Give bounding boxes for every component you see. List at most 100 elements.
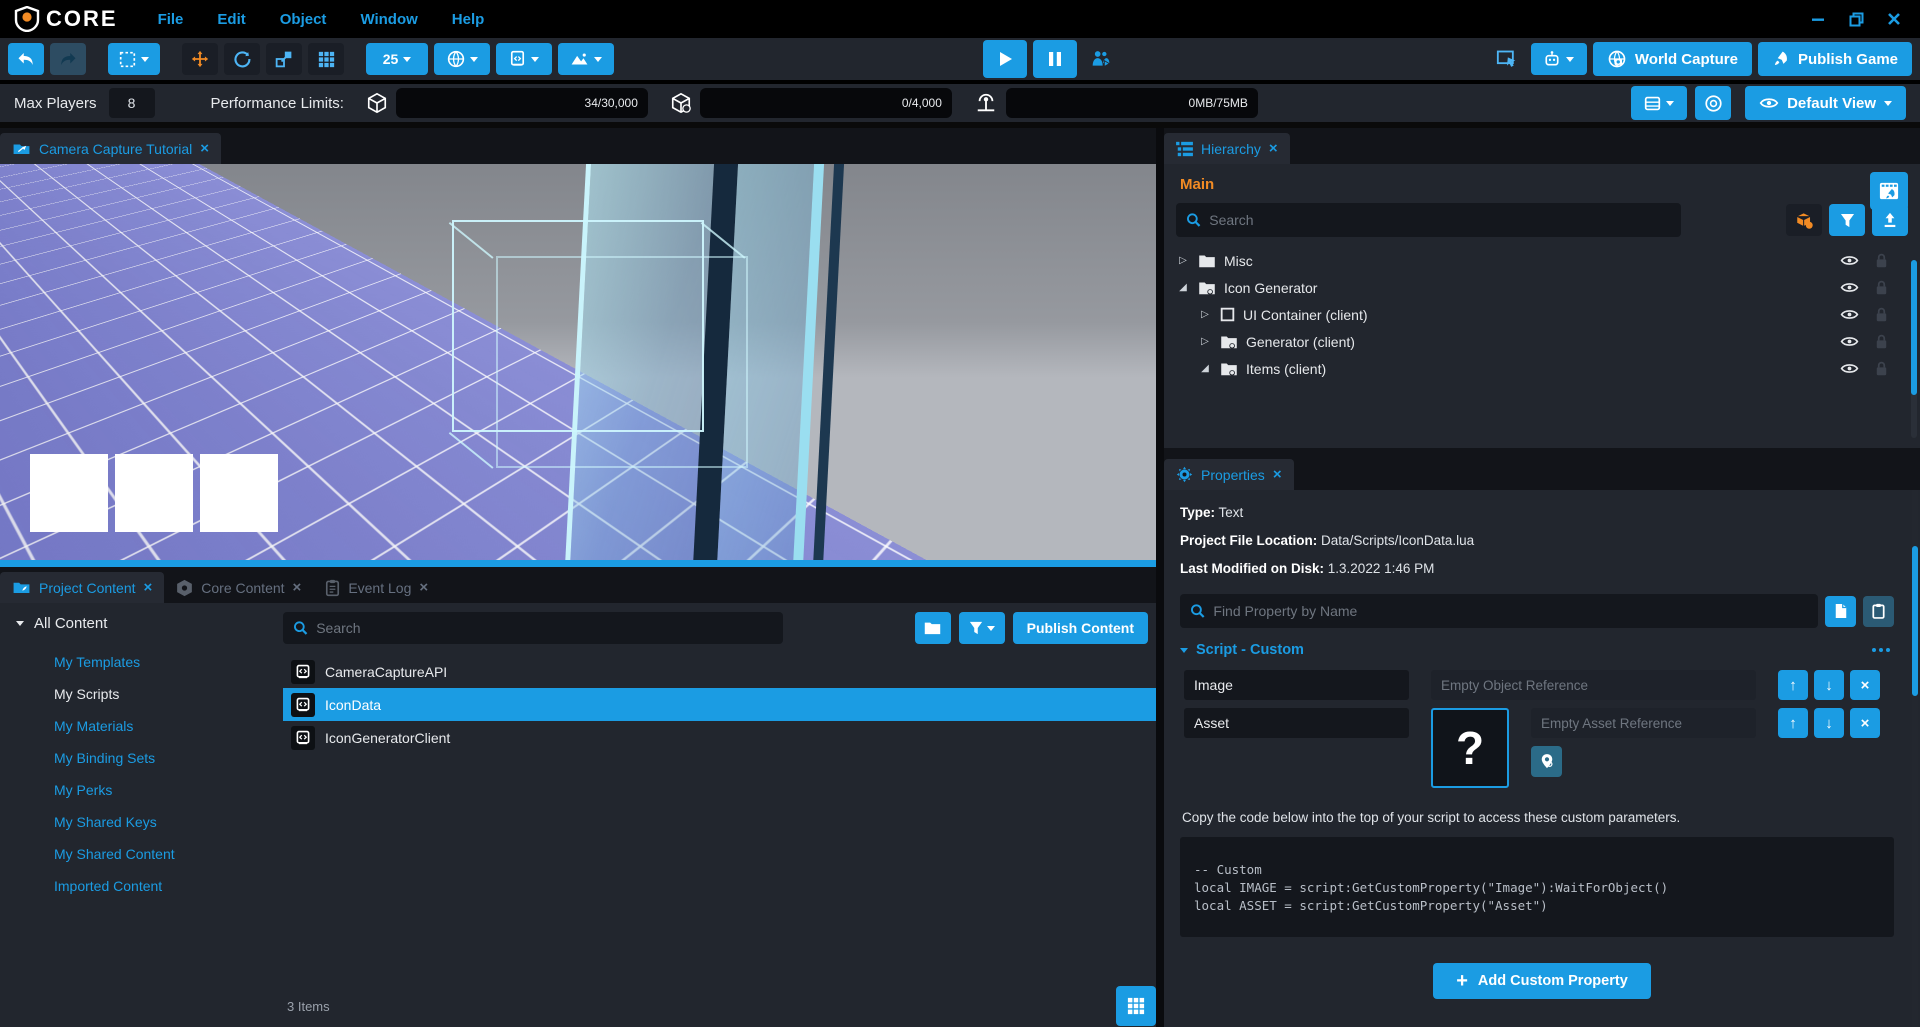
- save-options-dropdown[interactable]: [1631, 86, 1687, 120]
- screen-share-button[interactable]: [1489, 43, 1525, 75]
- visibility-eye-icon[interactable]: [1840, 281, 1859, 294]
- remove-property-button[interactable]: ×: [1850, 708, 1880, 738]
- close-tab-icon[interactable]: ×: [293, 579, 302, 596]
- visibility-eye-icon[interactable]: [1840, 308, 1859, 321]
- hierarchy-search-input[interactable]: [1209, 212, 1671, 228]
- sidebar-item-my-templates[interactable]: My Templates: [16, 646, 283, 678]
- visibility-eye-icon[interactable]: [1840, 362, 1859, 375]
- tree-item-generator[interactable]: ▷ Generator (client): [1176, 328, 1910, 355]
- image-reference-field[interactable]: [1431, 670, 1756, 700]
- asset-reference-field[interactable]: [1531, 708, 1756, 738]
- rotate-tool-button[interactable]: [224, 43, 260, 75]
- viewport-3d-scene[interactable]: [0, 164, 1156, 560]
- publish-content-button[interactable]: Publish Content: [1013, 612, 1148, 644]
- tab-core-content[interactable]: Core Content ×: [164, 572, 313, 603]
- move-down-button[interactable]: ↓: [1814, 708, 1844, 738]
- expand-icon[interactable]: ▷: [1198, 336, 1212, 347]
- hierarchy-search[interactable]: [1176, 203, 1681, 237]
- tab-hierarchy[interactable]: Hierarchy ×: [1164, 133, 1290, 164]
- script-dropdown[interactable]: [496, 43, 552, 75]
- open-folder-button[interactable]: [915, 612, 951, 644]
- world-capture-button[interactable]: World Capture: [1593, 42, 1752, 76]
- networked-filter-button[interactable]: [1786, 204, 1822, 236]
- pause-button[interactable]: [1033, 40, 1077, 78]
- tab-event-log[interactable]: Event Log ×: [313, 572, 440, 603]
- menu-object[interactable]: Object: [280, 11, 327, 28]
- copy-properties-button[interactable]: [1825, 596, 1856, 627]
- undo-button[interactable]: [8, 43, 44, 75]
- cinematic-capture-button[interactable]: [1870, 172, 1908, 210]
- script-custom-section-header[interactable]: Script - Custom: [1180, 642, 1904, 658]
- terrain-dropdown[interactable]: [558, 43, 614, 75]
- default-view-dropdown[interactable]: Default View: [1745, 86, 1906, 120]
- find-property-input[interactable]: [1213, 603, 1808, 619]
- expand-icon[interactable]: ◢: [1176, 282, 1190, 293]
- target-mode-button[interactable]: [1695, 86, 1731, 120]
- hierarchy-scrollbar[interactable]: [1911, 260, 1917, 438]
- panel-splitter-handle[interactable]: [0, 560, 1156, 567]
- file-row-cameracaptureapi[interactable]: CameraCaptureAPI: [283, 655, 1156, 688]
- grid-size-dropdown[interactable]: 25: [366, 43, 428, 75]
- grid-view-button[interactable]: [1116, 986, 1156, 1026]
- expand-icon[interactable]: ◢: [1198, 363, 1212, 374]
- redo-button[interactable]: [50, 43, 86, 75]
- selection-mode-button[interactable]: [108, 43, 160, 75]
- lock-icon[interactable]: [1875, 253, 1888, 268]
- move-tool-button[interactable]: [182, 43, 218, 75]
- close-tab-icon[interactable]: ×: [1269, 140, 1278, 157]
- expand-icon[interactable]: ▷: [1198, 309, 1212, 320]
- close-tab-icon[interactable]: ×: [144, 579, 153, 596]
- find-property-search[interactable]: [1180, 594, 1818, 628]
- add-custom-property-button[interactable]: + Add Custom Property: [1433, 963, 1651, 999]
- move-up-button[interactable]: ↑: [1778, 670, 1808, 700]
- lock-icon[interactable]: [1875, 334, 1888, 349]
- asset-thumbnail[interactable]: ?: [1431, 708, 1509, 788]
- bot-mode-dropdown[interactable]: [1531, 43, 1587, 75]
- lock-icon[interactable]: [1875, 280, 1888, 295]
- sidebar-item-my-shared-keys[interactable]: My Shared Keys: [16, 806, 283, 838]
- sidebar-item-imported-content[interactable]: Imported Content: [16, 870, 283, 902]
- play-button[interactable]: [983, 40, 1027, 78]
- publish-game-button[interactable]: Publish Game: [1758, 42, 1912, 76]
- menu-edit[interactable]: Edit: [217, 11, 245, 28]
- lock-icon[interactable]: [1875, 307, 1888, 322]
- sidebar-item-all-content[interactable]: All Content: [16, 615, 283, 632]
- sidebar-item-my-materials[interactable]: My Materials: [16, 710, 283, 742]
- property-name[interactable]: Image: [1184, 670, 1409, 700]
- menu-file[interactable]: File: [158, 11, 184, 28]
- move-up-button[interactable]: ↑: [1778, 708, 1808, 738]
- file-row-icongeneratorclient[interactable]: IconGeneratorClient: [283, 721, 1156, 754]
- close-tab-icon[interactable]: ×: [200, 140, 209, 157]
- restore-button[interactable]: [1846, 9, 1866, 29]
- multiplayer-preview-button[interactable]: [1083, 43, 1119, 75]
- sidebar-item-my-shared-content[interactable]: My Shared Content: [16, 838, 283, 870]
- tree-item-misc[interactable]: ▷ Misc: [1176, 247, 1910, 274]
- scale-tool-button[interactable]: [266, 43, 302, 75]
- properties-scrollbar[interactable]: [1912, 490, 1918, 1027]
- tree-item-icon-generator[interactable]: ◢ Icon Generator: [1176, 274, 1910, 301]
- sidebar-item-my-perks[interactable]: My Perks: [16, 774, 283, 806]
- scene-root-name[interactable]: Main: [1180, 176, 1920, 193]
- minimize-button[interactable]: [1808, 9, 1828, 29]
- move-down-button[interactable]: ↓: [1814, 670, 1844, 700]
- file-row-icondata[interactable]: IconData: [283, 688, 1156, 721]
- paste-properties-button[interactable]: [1863, 596, 1894, 627]
- hierarchy-filter-button[interactable]: [1829, 204, 1865, 236]
- snap-grid-button[interactable]: [308, 43, 344, 75]
- close-button[interactable]: [1884, 9, 1904, 29]
- more-options-icon[interactable]: [1872, 648, 1890, 652]
- menu-window[interactable]: Window: [360, 11, 417, 28]
- visibility-eye-icon[interactable]: [1840, 254, 1859, 267]
- content-search-input[interactable]: [316, 620, 773, 636]
- lock-icon[interactable]: [1875, 361, 1888, 376]
- remove-property-button[interactable]: ×: [1850, 670, 1880, 700]
- tab-project-content[interactable]: Project Content ×: [0, 572, 164, 603]
- content-search[interactable]: [283, 612, 783, 644]
- world-settings-dropdown[interactable]: [434, 43, 490, 75]
- visibility-eye-icon[interactable]: [1840, 335, 1859, 348]
- sidebar-item-my-scripts[interactable]: My Scripts: [16, 678, 283, 710]
- close-tab-icon[interactable]: ×: [419, 579, 428, 596]
- find-asset-button[interactable]: [1531, 746, 1562, 777]
- tab-properties[interactable]: Properties ×: [1164, 459, 1294, 490]
- custom-property-code-block[interactable]: -- Custom local IMAGE = script:GetCustom…: [1180, 837, 1894, 937]
